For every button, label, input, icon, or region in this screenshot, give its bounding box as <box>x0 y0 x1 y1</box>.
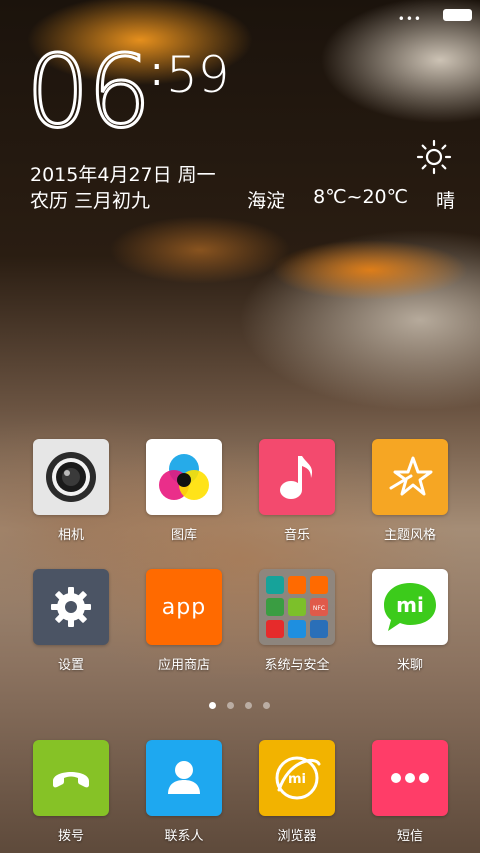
app-label: 拨号 <box>57 829 84 844</box>
app-label: 应用商店 <box>157 658 210 673</box>
app-store-icon: app <box>146 569 222 645</box>
app-themes[interactable]: 主题风格 <box>365 439 455 543</box>
app-label: 主题风格 <box>383 528 436 543</box>
clock-colon: : <box>150 49 164 95</box>
page-dot[interactable] <box>263 702 270 709</box>
messaging-icon <box>372 740 448 816</box>
app-label: 短信 <box>396 829 423 844</box>
app-label: 系统与安全 <box>264 658 330 673</box>
page-indicator[interactable] <box>209 702 270 709</box>
app-music[interactable]: 音乐 <box>252 439 342 543</box>
sun-icon <box>416 139 452 175</box>
app-miliao[interactable]: mi 米聊 <box>365 569 455 673</box>
app-label: 米聊 <box>396 658 423 673</box>
app-camera[interactable]: 相机 <box>26 439 116 543</box>
gear-icon <box>33 569 109 645</box>
app-label: 相机 <box>57 528 84 543</box>
contacts-icon <box>146 740 222 816</box>
app-label: 音乐 <box>283 528 310 543</box>
app-dialer[interactable]: 拨号 <box>26 740 116 844</box>
miliao-icon: mi <box>372 569 448 645</box>
date-gregorian: 2015年4月27日 周一 <box>30 164 216 186</box>
music-note-icon <box>259 439 335 515</box>
weather-temperature: 8℃~20℃ <box>313 186 408 208</box>
clock-minute: 59 <box>166 46 230 104</box>
page-dot[interactable] <box>227 702 234 709</box>
signal-icon: ••• <box>397 12 422 26</box>
battery-icon <box>443 9 472 21</box>
camera-icon <box>33 439 109 515</box>
app-label: 设置 <box>57 658 84 673</box>
app-contacts[interactable]: 联系人 <box>139 740 229 844</box>
app-label: 联系人 <box>164 829 204 844</box>
page-dot[interactable] <box>245 702 252 709</box>
phone-icon <box>33 740 109 816</box>
app-store[interactable]: app 应用商店 <box>139 569 229 673</box>
weather-location: 海淀 <box>247 190 286 212</box>
app-store-logo-text: app <box>161 594 207 620</box>
app-settings[interactable]: 设置 <box>26 569 116 673</box>
miliao-logo-text: mi <box>396 593 424 617</box>
date-lunar: 农历 三月初九 <box>30 190 151 212</box>
browser-logo-text: mi <box>288 772 306 787</box>
page-dot[interactable] <box>209 702 216 709</box>
folder-icon: NFC <box>259 569 335 645</box>
app-browser[interactable]: mi 浏览器 <box>252 740 342 844</box>
app-gallery[interactable]: 图库 <box>139 439 229 543</box>
app-label: 浏览器 <box>277 829 317 844</box>
nfc-mini-label: NFC <box>313 605 325 612</box>
app-label: 图库 <box>170 528 197 543</box>
folder-system-security[interactable]: NFC 系统与安全 <box>252 569 342 673</box>
clock-hour: 06 <box>24 33 152 150</box>
app-messaging[interactable]: 短信 <box>365 740 455 844</box>
weather-condition: 晴 <box>435 190 455 212</box>
theme-star-icon <box>372 439 448 515</box>
browser-icon: mi <box>259 740 335 816</box>
gallery-icon <box>146 439 222 515</box>
